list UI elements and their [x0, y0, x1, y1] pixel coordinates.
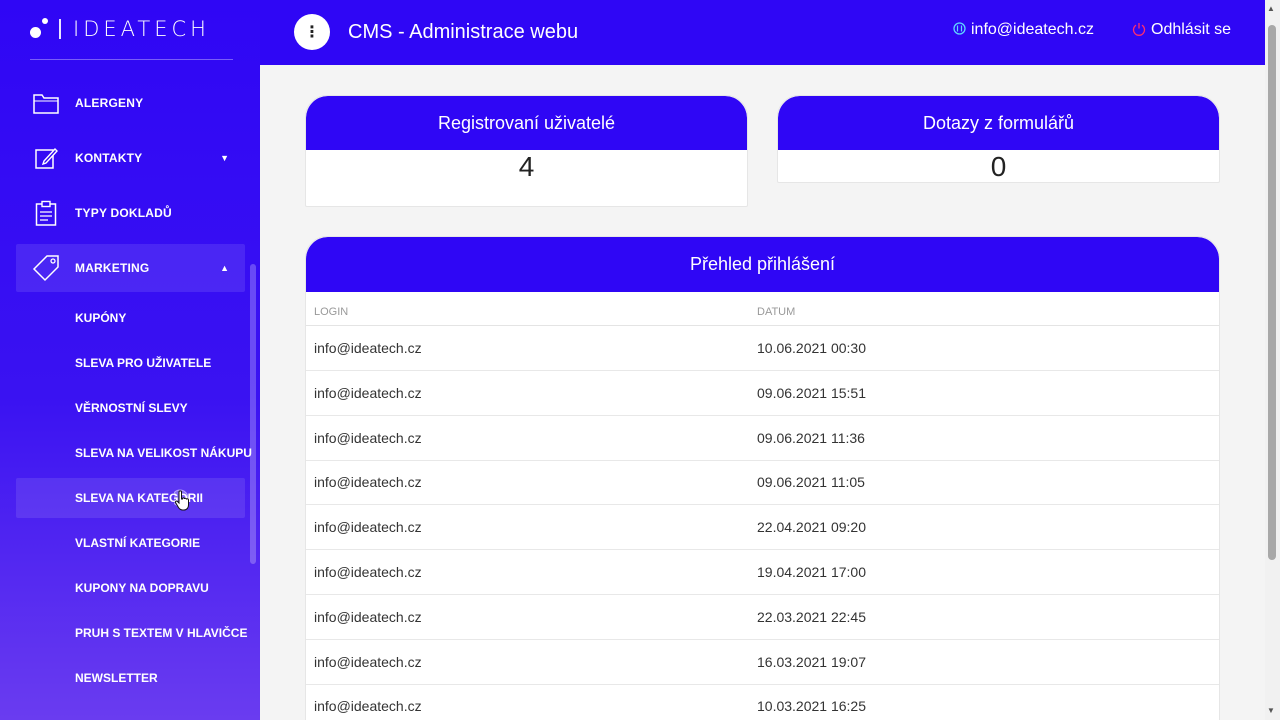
login-cell: info@ideatech.cz: [314, 653, 422, 670]
clipboard-icon: [32, 199, 60, 227]
date-cell: 22.03.2021 22:45: [757, 608, 866, 625]
date-cell: 09.06.2021 11:36: [757, 429, 865, 446]
registered-users-card: Registrovaní uživatelé 4: [305, 95, 748, 207]
date-cell: 19.04.2021 17:00: [757, 564, 866, 580]
sidebar-divider: [30, 59, 233, 60]
sidebar-subitem-label: PRUH S TEXTEM V HLAVIČCE: [75, 626, 248, 640]
sidebar-subitem-newsletter[interactable]: NEWSLETTER: [16, 658, 245, 698]
sidebar-subitem-label: SLEVA PRO UŽIVATELE: [75, 356, 212, 370]
logo-dot: [30, 26, 41, 38]
login-cell: info@ideatech.cz: [314, 474, 422, 491]
logo-divider: [59, 19, 61, 39]
login-overview-card: Přehled přihlášení LOGIN DATUM info@idea…: [305, 236, 1220, 720]
login-cell: info@ideatech.cz: [314, 564, 422, 580]
card-title: Přehled přihlášení: [306, 237, 1219, 292]
login-cell: info@ideatech.cz: [314, 608, 422, 625]
caret-up-icon: ▲: [220, 263, 229, 273]
sidebar-item-typy-dokladu[interactable]: TYPY DOKLADŮ: [16, 189, 245, 237]
table-row[interactable]: info@ideatech.cz 09.06.2021 15:51: [306, 371, 1219, 416]
login-cell: info@ideatech.cz: [314, 429, 422, 446]
folder-icon: [32, 89, 60, 117]
date-cell: 22.04.2021 09:20: [757, 519, 866, 536]
logo-dot-small: [42, 18, 48, 24]
logout-label: Odhlásit se: [1151, 21, 1232, 38]
tag-icon: [32, 254, 60, 282]
sidebar-subitem-pruh-s-textem[interactable]: PRUH S TEXTEM V HLAVIČCE: [16, 613, 248, 653]
login-cell: info@ideatech.cz: [314, 384, 422, 401]
date-cell: 09.06.2021 15:51: [757, 384, 866, 401]
page-title: CMS - Administrace webu: [348, 21, 579, 43]
caret-down-icon: ▼: [220, 153, 229, 163]
card-title: Dotazy z formulářů: [778, 96, 1219, 150]
sidebar-subitem-vernostni-slevy[interactable]: VĚRNOSTNÍ SLEVY: [16, 388, 245, 428]
sidebar-item-label: KONTAKTY: [75, 151, 143, 165]
form-inquiries-count: 0: [990, 151, 1007, 182]
sidebar-subitem-label: KUPONY NA DOPRAVU: [75, 581, 209, 595]
logo-text: IDEATECH: [73, 17, 210, 41]
date-cell: 10.03.2021 16:25: [757, 698, 866, 715]
sidebar-subitem-sleva-na-kategorii[interactable]: SLEVA NA KATEGORII: [16, 478, 245, 518]
sidebar-subitem-label: KUPÓNY: [75, 311, 127, 325]
table-row[interactable]: info@ideatech.cz 16.03.2021 19:07: [306, 640, 1219, 685]
scroll-down-arrow-icon[interactable]: ▼: [1267, 706, 1275, 715]
login-cell: info@ideatech.cz: [314, 519, 422, 536]
hand-cursor-icon: [174, 489, 189, 511]
sidebar-subitem-label: VĚRNOSTNÍ SLEVY: [75, 401, 188, 415]
sidebar-subitem-label: SLEVA NA VELIKOST NÁKUPU: [75, 446, 252, 460]
user-email: info@ideatech.cz: [971, 21, 1094, 38]
sidebar-subitem-vlastni-kategorie[interactable]: VLASTNÍ KATEGORIE: [16, 523, 245, 563]
edit-icon: [32, 144, 60, 172]
login-cell: info@ideatech.cz: [314, 698, 422, 715]
table-row[interactable]: info@ideatech.cz 10.06.2021 00:30: [306, 326, 1219, 371]
sidebar-item-label: TYPY DOKLADŮ: [75, 206, 172, 220]
power-icon: [1132, 22, 1146, 39]
sidebar-subitem-kupony-na-dopravu[interactable]: KUPONY NA DOPRAVU: [16, 568, 245, 608]
sidebar-subitem-sleva-pro-uzivatele[interactable]: SLEVA PRO UŽIVATELE: [16, 343, 245, 383]
sidebar-item-label: ALERGENY: [75, 96, 144, 110]
table-row[interactable]: info@ideatech.cz 10.03.2021 16:25: [306, 684, 1219, 720]
sidebar: IDEATECH ALERGENY KONTAKTY ▼ TYPY DOKLAD…: [0, 0, 260, 720]
sidebar-item-label: MARKETING: [75, 261, 150, 275]
sidebar-subitem-label: NEWSLETTER: [75, 671, 158, 685]
sidebar-scrollbar[interactable]: [250, 264, 256, 564]
form-inquiries-card: Dotazy z formulářů 0: [777, 95, 1220, 183]
ideatech-logo[interactable]: IDEATECH: [30, 16, 210, 42]
registered-users-count: 4: [518, 151, 535, 182]
card-title: Registrovaní uživatelé: [306, 96, 747, 150]
login-cell: info@ideatech.cz: [314, 340, 422, 356]
more-vertical-icon: ⋮: [304, 24, 320, 41]
column-header-datum: DATUM: [757, 306, 796, 318]
user-email-link[interactable]: info@ideatech.cz: [953, 21, 1094, 39]
table-row[interactable]: info@ideatech.cz 19.04.2021 17:00: [306, 550, 1219, 595]
logout-button[interactable]: Odhlásit se: [1132, 21, 1231, 39]
top-header: ⋮ CMS - Administrace webu info@ideatech.…: [260, 0, 1265, 65]
table-header: LOGIN DATUM: [306, 292, 1219, 326]
table-row[interactable]: info@ideatech.cz 09.06.2021 11:36: [306, 416, 1219, 461]
sidebar-item-alergeny[interactable]: ALERGENY: [16, 79, 245, 127]
column-header-login: LOGIN: [314, 306, 349, 318]
date-cell: 09.06.2021 11:05: [757, 474, 865, 491]
sidebar-subitem-label: VLASTNÍ KATEGORIE: [75, 536, 201, 550]
sidebar-item-marketing[interactable]: MARKETING ▲: [16, 244, 245, 292]
user-icon: [953, 22, 966, 38]
date-cell: 16.03.2021 19:07: [757, 653, 866, 670]
page-scrollbar-thumb[interactable]: [1268, 25, 1276, 560]
scroll-up-arrow-icon[interactable]: ▲: [1267, 4, 1275, 13]
table-row[interactable]: info@ideatech.cz 22.04.2021 09:20: [306, 505, 1219, 551]
date-cell: 10.06.2021 00:30: [757, 340, 866, 356]
sidebar-subitem-sleva-na-velikost-nakupu[interactable]: SLEVA NA VELIKOST NÁKUPU: [16, 433, 252, 473]
menu-toggle-button[interactable]: ⋮: [294, 14, 330, 50]
sidebar-subitem-kupony[interactable]: KUPÓNY: [16, 298, 245, 338]
sidebar-item-kontakty[interactable]: KONTAKTY ▼: [16, 134, 245, 182]
table-row[interactable]: info@ideatech.cz 22.03.2021 22:45: [306, 595, 1219, 640]
table-row[interactable]: info@ideatech.cz 09.06.2021 11:05: [306, 460, 1219, 506]
